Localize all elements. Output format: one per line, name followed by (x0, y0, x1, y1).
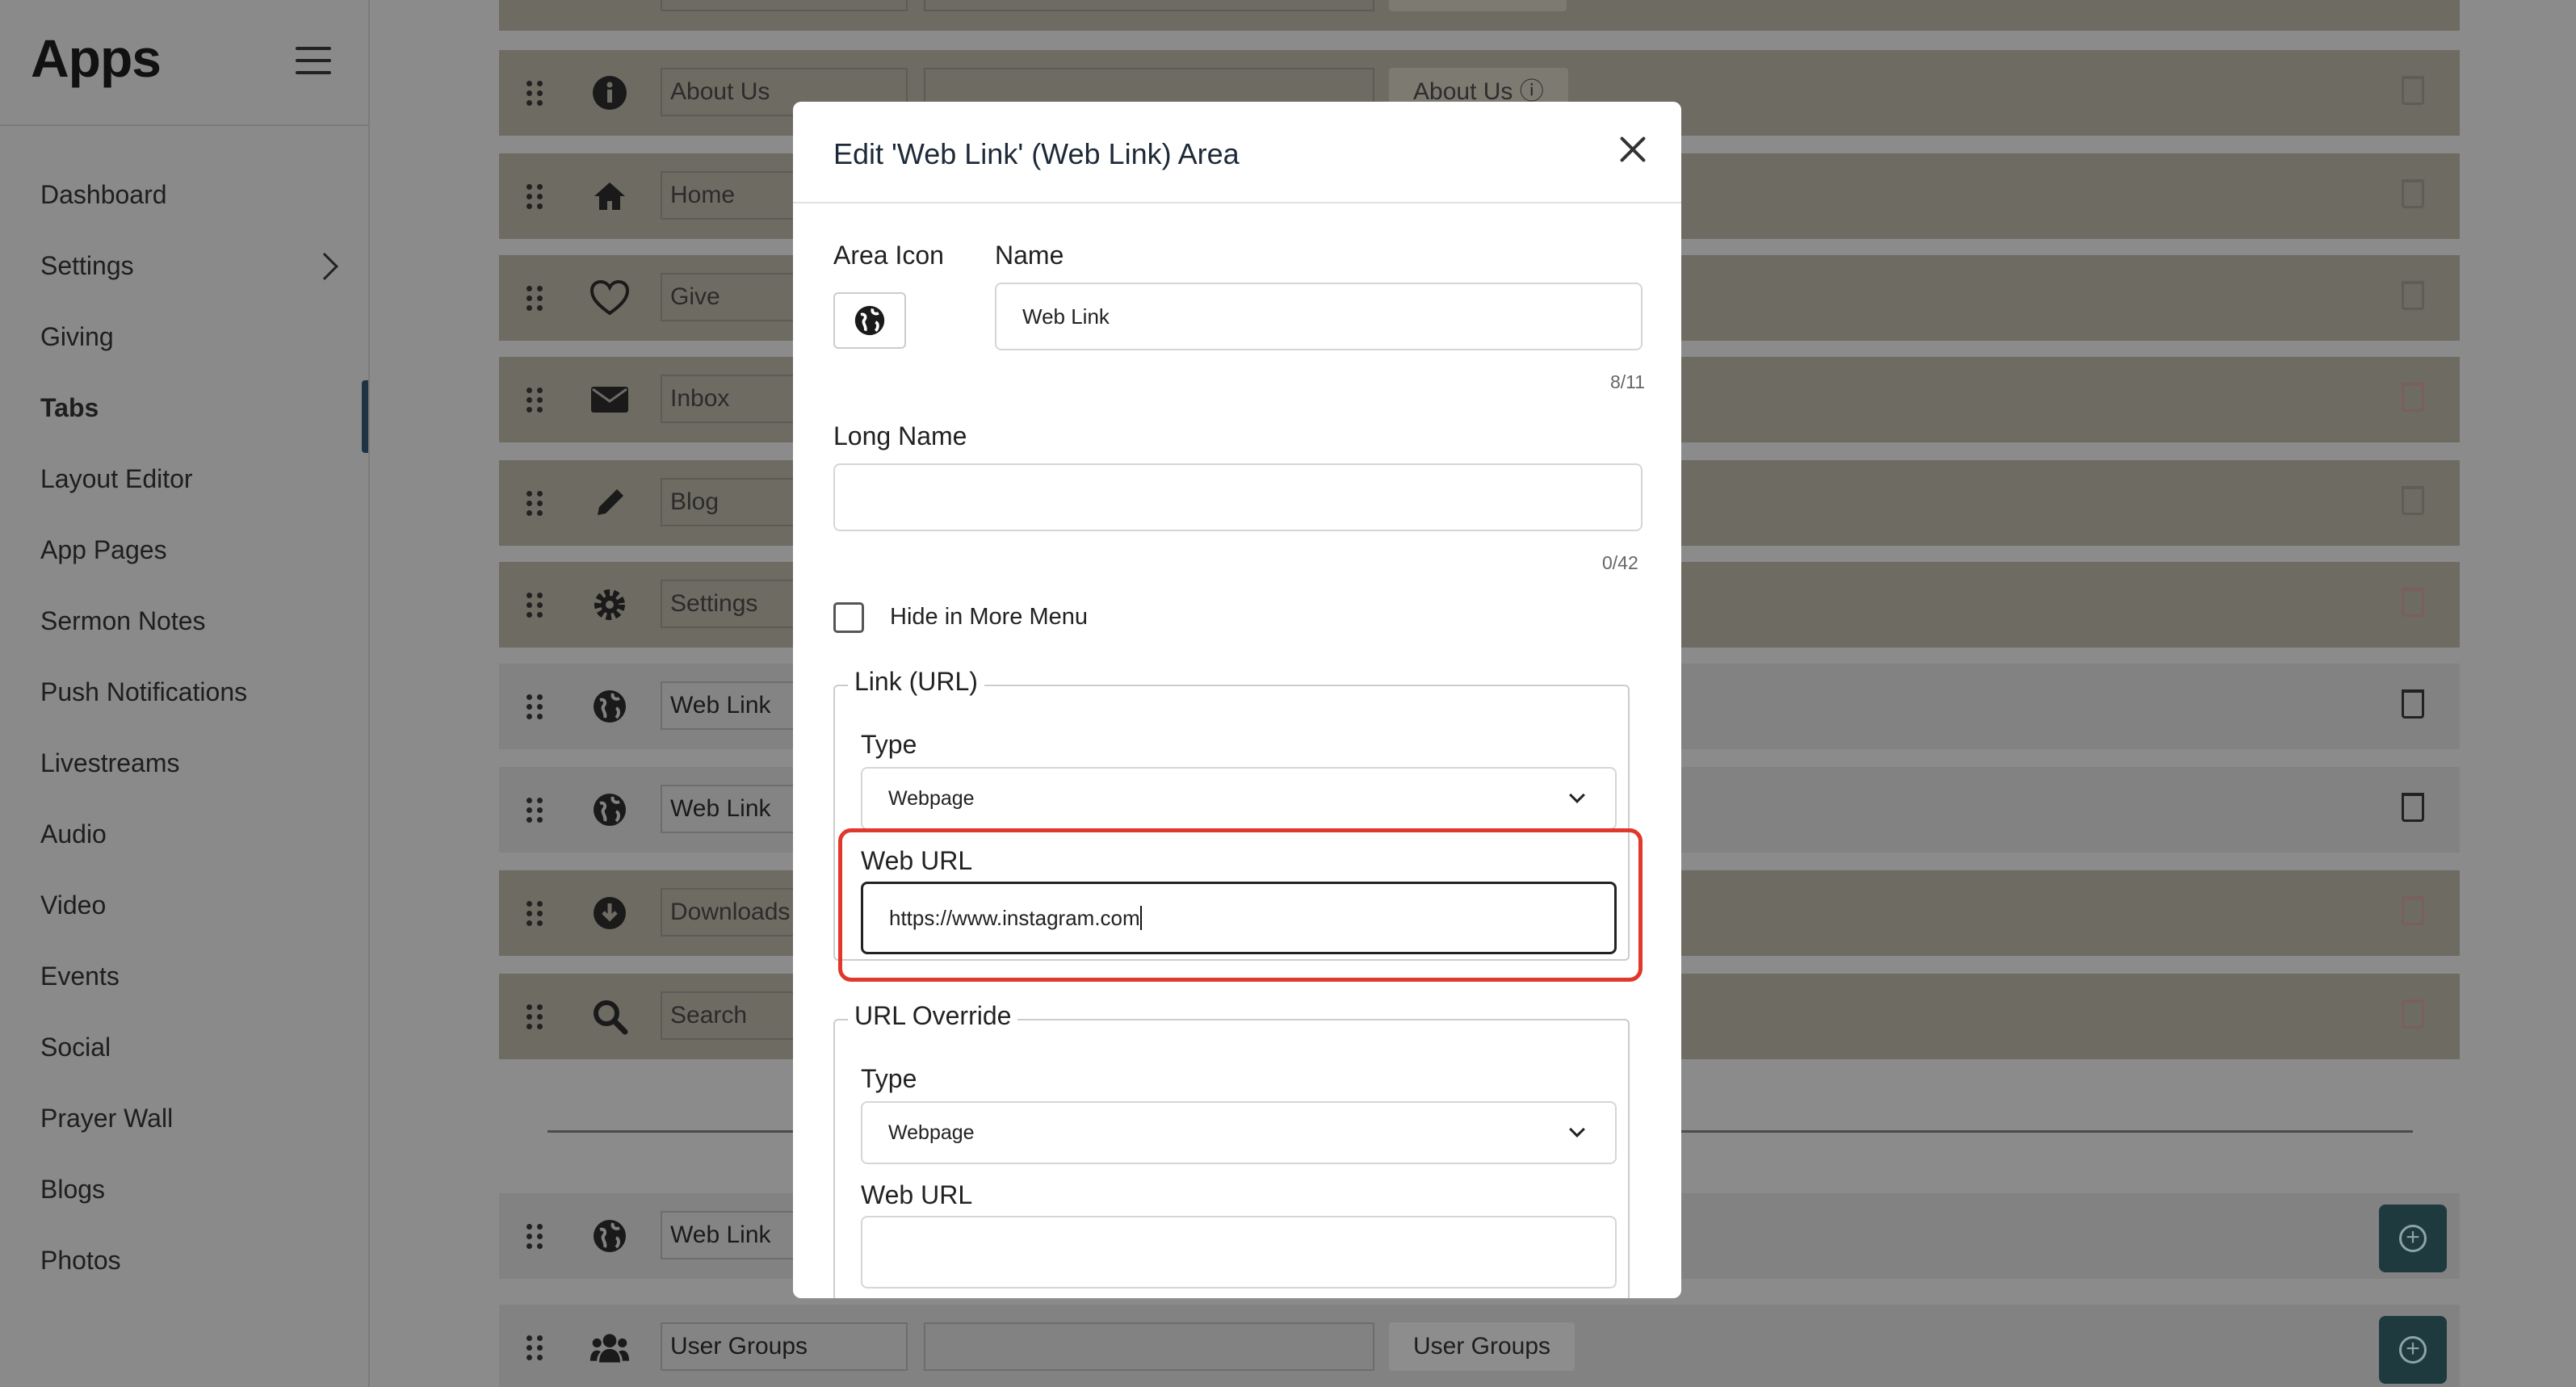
drag-handle-icon[interactable] (527, 1004, 544, 1030)
chevron-down-icon (1569, 787, 1585, 803)
trash-icon[interactable] (2402, 179, 2424, 208)
tab-preview-badge: User Groups (1389, 1322, 1575, 1371)
tab-name-input[interactable] (661, 0, 908, 11)
modal-title: Edit 'Web Link' (Web Link) Area (833, 137, 1240, 170)
sidebar-item-livestreams[interactable]: Livestreams (0, 738, 368, 809)
drag-handle-icon[interactable] (527, 388, 544, 413)
hide-in-more-menu-checkbox[interactable] (833, 602, 864, 633)
gear-icon (589, 585, 630, 625)
trash-icon[interactable] (2402, 588, 2424, 617)
tab-long-name-input[interactable] (924, 0, 1374, 11)
table-row (499, 0, 2460, 31)
pencil-icon (589, 483, 630, 523)
modal-header: Edit 'Web Link' (Web Link) Area (793, 102, 1681, 203)
trash-icon[interactable] (2402, 281, 2424, 310)
sidebar-item-label: Settings (40, 251, 134, 280)
globe-icon (589, 686, 630, 727)
override-web-url-label: Web URL (861, 1180, 973, 1209)
url-override-section: URL Override Type Webpage Web URL (833, 1001, 1630, 1298)
name-char-counter: 8/11 (1610, 371, 1646, 392)
link-type-label: Type (861, 730, 917, 759)
trash-icon[interactable] (2402, 76, 2424, 105)
globe-icon (854, 305, 885, 336)
sidebar-item-layout-editor[interactable]: Layout Editor (0, 454, 368, 525)
trash-icon[interactable] (2402, 486, 2424, 515)
drag-handle-icon[interactable] (527, 593, 544, 618)
trash-icon[interactable] (2402, 793, 2424, 822)
chevron-right-icon (311, 253, 338, 280)
heart-icon (589, 278, 630, 318)
globe-icon (589, 790, 630, 830)
drag-handle-icon[interactable] (527, 286, 544, 312)
override-type-value: Webpage (888, 1121, 975, 1144)
download-icon (589, 893, 630, 933)
app-title: Apps (31, 28, 162, 88)
info-icon (589, 73, 630, 113)
hide-in-more-menu-label: Hide in More Menu (890, 604, 1088, 630)
trash-icon[interactable] (2402, 896, 2424, 925)
globe-icon (589, 1216, 630, 1256)
override-type-label: Type (861, 1064, 917, 1093)
link-url-legend: Link (URL) (848, 667, 984, 697)
users-icon (589, 1327, 630, 1368)
sidebar-item-prayer-wall[interactable]: Prayer Wall (0, 1093, 368, 1164)
long-name-input[interactable] (833, 463, 1643, 531)
sidebar-item-blogs[interactable]: Blogs (0, 1164, 368, 1235)
sidebar-item-photos[interactable]: Photos (0, 1235, 368, 1306)
drag-handle-icon[interactable] (527, 694, 544, 720)
edit-area-modal: Edit 'Web Link' (Web Link) Area Area Ico… (793, 102, 1681, 1298)
drag-handle-icon[interactable] (527, 901, 544, 927)
override-web-url-input[interactable] (861, 1216, 1617, 1289)
tab-long-name-input[interactable] (924, 1322, 1374, 1371)
sidebar-item-social[interactable]: Social (0, 1022, 368, 1093)
name-input[interactable]: Web Link (995, 283, 1643, 350)
add-tab-button[interactable]: + (2379, 1316, 2447, 1384)
plus-circle-icon: + (2399, 1225, 2427, 1252)
override-type-select[interactable]: Webpage (861, 1101, 1617, 1164)
sidebar-header: Apps (0, 0, 368, 126)
sidebar-item-settings[interactable]: Settings (0, 241, 368, 312)
sidebar-nav: Dashboard Settings Giving Tabs Layout Ed… (0, 170, 368, 1306)
link-type-value: Webpage (888, 787, 975, 810)
trash-icon[interactable] (2402, 999, 2424, 1029)
name-label: Name (995, 241, 1064, 270)
sidebar-item-audio[interactable]: Audio (0, 809, 368, 880)
add-tab-button[interactable]: + (2379, 1205, 2447, 1272)
tab-name-input[interactable]: User Groups (661, 1322, 908, 1371)
sidebar-item-app-pages[interactable]: App Pages (0, 525, 368, 596)
drag-handle-icon[interactable] (527, 184, 544, 210)
sidebar-item-sermon-notes[interactable]: Sermon Notes (0, 596, 368, 667)
envelope-icon (589, 379, 630, 420)
sidebar: Apps Dashboard Settings Giving Tabs Layo… (0, 0, 370, 1387)
url-override-legend: URL Override (848, 1001, 1018, 1031)
trash-icon[interactable] (2402, 689, 2424, 719)
trash-icon[interactable] (2402, 383, 2424, 412)
link-type-select[interactable]: Webpage (861, 767, 1617, 830)
sidebar-item-dashboard[interactable]: Dashboard (0, 170, 368, 241)
drag-handle-icon[interactable] (527, 798, 544, 823)
drag-handle-icon[interactable] (527, 81, 544, 107)
web-url-highlight (838, 828, 1643, 982)
close-icon[interactable] (1618, 134, 1647, 163)
sidebar-item-giving[interactable]: Giving (0, 312, 368, 383)
sidebar-item-push-notifications[interactable]: Push Notifications (0, 667, 368, 738)
plus-circle-icon: + (2399, 1336, 2427, 1364)
drag-handle-icon[interactable] (527, 491, 544, 517)
sidebar-item-events[interactable]: Events (0, 951, 368, 1022)
hamburger-menu-icon[interactable] (296, 47, 331, 76)
sidebar-item-tabs[interactable]: Tabs (0, 380, 368, 454)
long-name-char-counter: 0/42 (1602, 552, 1638, 573)
search-icon (589, 996, 630, 1037)
home-icon (589, 176, 630, 216)
area-icon-label: Area Icon (833, 241, 944, 270)
drag-handle-icon[interactable] (527, 1335, 544, 1361)
tab-preview-badge (1389, 0, 1567, 11)
area-icon-picker[interactable] (833, 292, 906, 349)
sidebar-item-video[interactable]: Video (0, 880, 368, 951)
chevron-down-icon (1569, 1121, 1585, 1138)
long-name-label: Long Name (833, 421, 967, 450)
table-row: User Groups User Groups + (499, 1305, 2460, 1387)
drag-handle-icon[interactable] (527, 1224, 544, 1250)
